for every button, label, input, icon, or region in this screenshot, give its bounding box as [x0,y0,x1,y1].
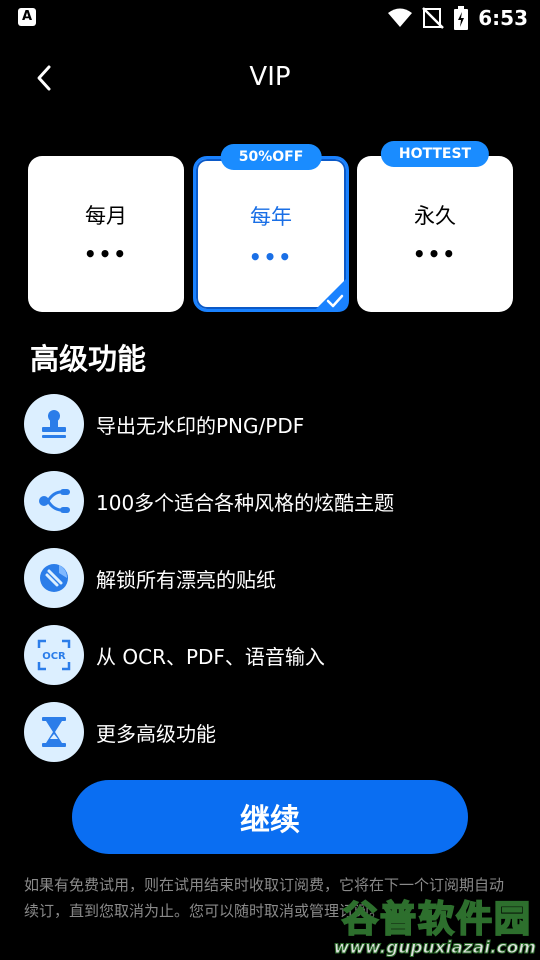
feature-item: 解锁所有漂亮的贴纸 [24,546,524,623]
features-title: 高级功能 [30,342,147,376]
no-signal-icon [422,7,445,29]
discount-badge: 50%OFF [220,144,322,170]
hottest-badge: HOTTEST [380,141,490,167]
app-notification-icon: A [18,8,36,26]
feature-label: 导出无水印的PNG/PDF [96,414,305,438]
plan-selector: 每月 ••• 50%OFF 每年 ••• HOTTEST 永久 ••• [28,141,513,312]
theme-icon [39,489,70,513]
continue-button[interactable]: 继续 [72,780,468,854]
watermark-logo: 谷普软件园 [341,898,532,941]
feature-list: 导出无水印的PNG/PDF 100多个适合各种风格的炫酷主题 解锁所有漂亮的贴纸 [24,392,524,777]
plan-name: 每月 [85,204,127,228]
sticker-icon [40,564,68,592]
status-icons: 6:53 [388,4,528,32]
stamp-icon [42,410,66,438]
watermark: 谷普软件园 www.gupuxiazai.com [294,890,540,960]
status-time: 6:53 [478,6,528,30]
watermark-url: www.gupuxiazai.com [333,938,536,959]
plan-name: 永久 [414,204,456,228]
feature-label: 从 OCR、PDF、语音输入 [96,645,325,669]
status-bar: A 6:53 [0,0,540,36]
plan-card-lifetime[interactable]: HOTTEST 永久 ••• [357,141,513,312]
hourglass-icon [42,717,66,747]
feature-label: 100多个适合各种风格的炫酷主题 [96,491,395,515]
feature-label: 更多高级功能 [96,722,216,746]
app-bar: VIP [0,50,540,108]
svg-text:OCR: OCR [42,651,66,662]
battery-charging-icon [454,6,469,30]
plan-card-monthly[interactable]: 每月 ••• [28,156,184,312]
plan-price: ••• [83,242,129,266]
ocr-icon: OCR [37,639,71,671]
feature-item: 更多高级功能 [24,700,524,777]
plan-price: ••• [412,242,458,266]
feature-item: 导出无水印的PNG/PDF [24,392,524,469]
selected-check-icon [313,276,349,312]
feature-item: OCR 从 OCR、PDF、语音输入 [24,623,524,700]
feature-item: 100多个适合各种风格的炫酷主题 [24,469,524,546]
plan-price: ••• [248,245,294,269]
plan-card-yearly[interactable]: 50%OFF 每年 ••• [193,144,349,312]
wifi-icon [388,8,413,27]
page-title: VIP [249,62,291,92]
plan-name: 每年 [250,205,292,229]
feature-label: 解锁所有漂亮的贴纸 [96,568,276,592]
